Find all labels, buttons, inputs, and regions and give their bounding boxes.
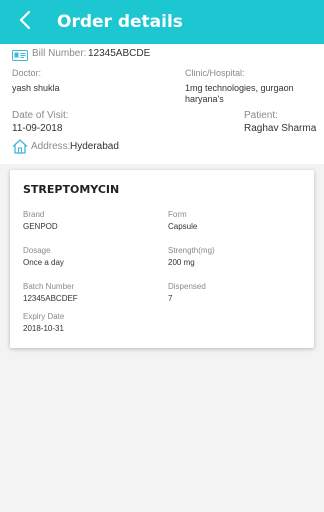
home-icon bbox=[12, 139, 28, 159]
patient-label: Patient: bbox=[244, 110, 278, 121]
clinic-value-line2: haryana's bbox=[185, 94, 224, 104]
medicine-name: STREPTOMYCIN bbox=[23, 183, 120, 196]
id-card-icon bbox=[12, 48, 28, 66]
form-value: Capsule bbox=[168, 222, 198, 231]
back-button[interactable] bbox=[12, 8, 38, 36]
expiry-date-value: 2018-10-31 bbox=[23, 324, 64, 333]
dosage-value: Once a day bbox=[23, 258, 64, 267]
app-bar: Order details bbox=[0, 0, 324, 44]
visit-date-value: 11-09-2018 bbox=[12, 123, 63, 134]
order-info-section: Bill Number: 12345ABCDE Doctor: yash shu… bbox=[0, 44, 324, 164]
medicine-card: STREPTOMYCIN Brand GENPOD Form Capsule D… bbox=[10, 170, 314, 348]
dosage-label: Dosage bbox=[23, 246, 51, 255]
dispensed-label: Dispensed bbox=[168, 282, 206, 291]
dispensed-value: 7 bbox=[168, 294, 173, 303]
brand-label: Brand bbox=[23, 210, 45, 219]
clinic-value-line1: 1mg technologies, gurgaon bbox=[185, 83, 294, 93]
chevron-left-icon bbox=[18, 10, 32, 35]
clinic-label: Clinic/Hospital: bbox=[185, 68, 245, 78]
address-label: Address: bbox=[31, 141, 71, 152]
strength-label: Strength(mg) bbox=[168, 246, 215, 255]
bill-number-label: Bill Number: bbox=[32, 48, 87, 59]
bill-number-value: 12345ABCDE bbox=[88, 48, 151, 59]
brand-value: GENPOD bbox=[23, 222, 58, 231]
visit-date-label: Date of Visit: bbox=[12, 110, 69, 121]
doctor-label: Doctor: bbox=[12, 68, 42, 78]
doctor-value: yash shukla bbox=[12, 83, 60, 93]
strength-value: 200 mg bbox=[168, 258, 195, 267]
batch-number-value: 12345ABCDEF bbox=[23, 294, 78, 303]
expiry-date-label: Expiry Date bbox=[23, 312, 65, 321]
patient-value: Raghav Sharma bbox=[244, 123, 317, 134]
page-title: Order details bbox=[57, 12, 183, 32]
batch-number-label: Batch Number bbox=[23, 282, 75, 291]
form-label: Form bbox=[168, 210, 187, 219]
address-value: Hyderabad bbox=[70, 141, 119, 152]
